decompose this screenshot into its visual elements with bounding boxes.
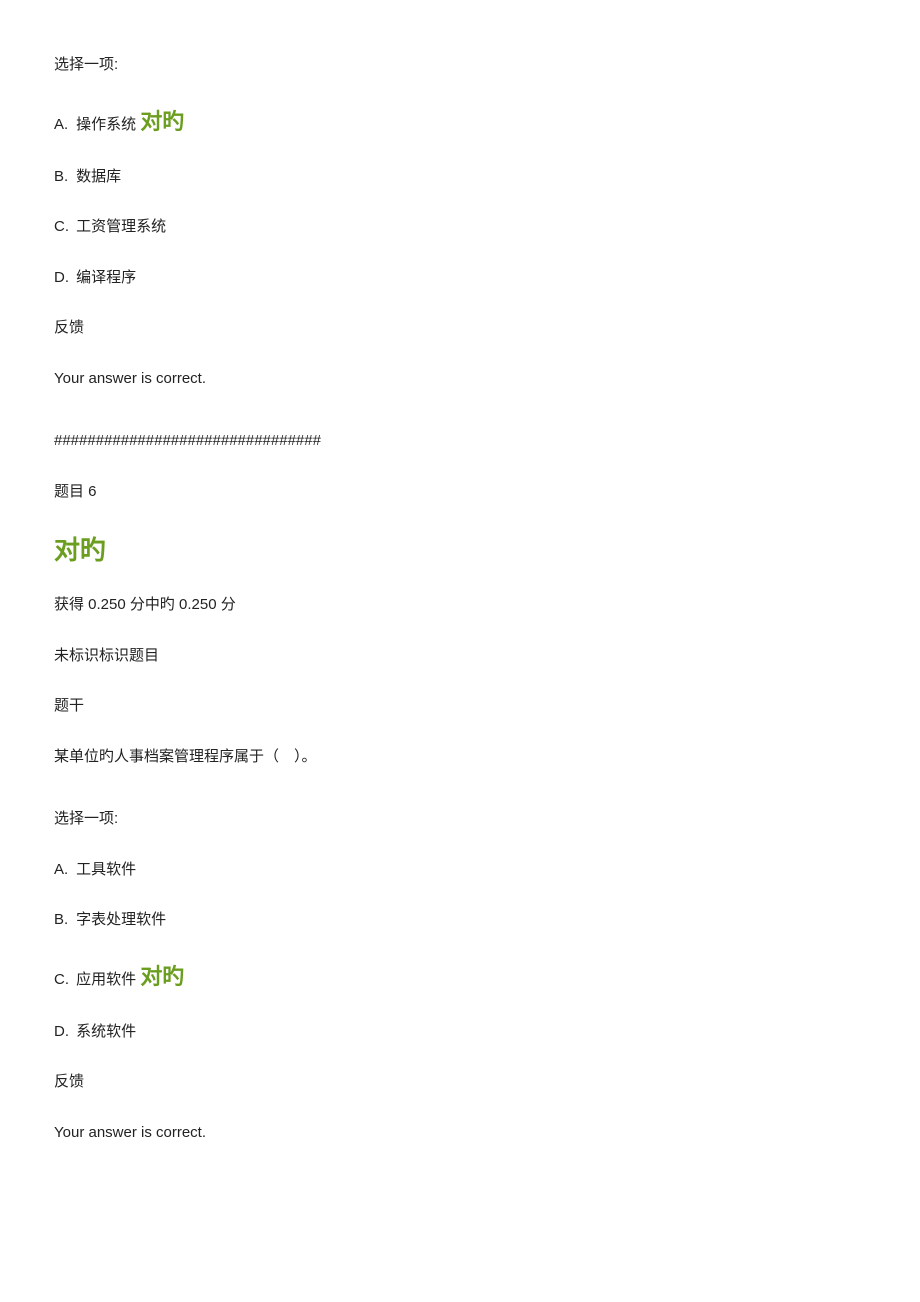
correct-badge: 对旳 — [140, 964, 184, 989]
option-letter: D. — [54, 1021, 72, 1044]
option-letter: D. — [54, 267, 72, 290]
option-text: 编译程序 — [76, 269, 136, 286]
feedback-text: Your answer is correct. — [54, 368, 866, 391]
option-letter: A. — [54, 859, 72, 882]
feedback-label: 反馈 — [54, 1071, 866, 1094]
question-title: 题目 6 — [54, 481, 866, 504]
option-b[interactable]: B. 数据库 — [54, 166, 866, 189]
option-text: 工资管理系统 — [76, 218, 166, 235]
score-text: 获得 0.250 分中旳 0.250 分 — [54, 594, 866, 617]
option-d[interactable]: D. 编译程序 — [54, 267, 866, 290]
option-c[interactable]: C. 应用软件 对旳 — [54, 960, 866, 993]
correct-badge: 对旳 — [54, 531, 866, 570]
option-a[interactable]: A. 操作系统 对旳 — [54, 105, 866, 138]
option-text: 工具软件 — [76, 861, 136, 878]
option-c[interactable]: C. 工资管理系统 — [54, 216, 866, 239]
option-text: 数据库 — [76, 168, 121, 185]
divider: ################################ — [54, 430, 866, 453]
option-a[interactable]: A. 工具软件 — [54, 859, 866, 882]
option-text: 系统软件 — [76, 1023, 136, 1040]
flag-text: 未标识标识题目 — [54, 645, 866, 668]
stem-text: 某单位旳人事档案管理程序属于（ ）。 — [54, 746, 866, 769]
correct-badge: 对旳 — [140, 109, 184, 134]
option-text: 操作系统 — [76, 116, 136, 133]
option-letter: A. — [54, 114, 72, 137]
stem-label: 题干 — [54, 695, 866, 718]
option-letter: C. — [54, 969, 72, 992]
choose-prompt: 选择一项: — [54, 54, 866, 77]
option-letter: C. — [54, 216, 72, 239]
option-d[interactable]: D. 系统软件 — [54, 1021, 866, 1044]
option-letter: B. — [54, 909, 72, 932]
option-letter: B. — [54, 166, 72, 189]
feedback-label: 反馈 — [54, 317, 866, 340]
option-text: 应用软件 — [76, 971, 136, 988]
choose-prompt: 选择一项: — [54, 808, 866, 831]
feedback-text: Your answer is correct. — [54, 1122, 866, 1145]
option-b[interactable]: B. 字表处理软件 — [54, 909, 866, 932]
option-text: 字表处理软件 — [76, 911, 166, 928]
